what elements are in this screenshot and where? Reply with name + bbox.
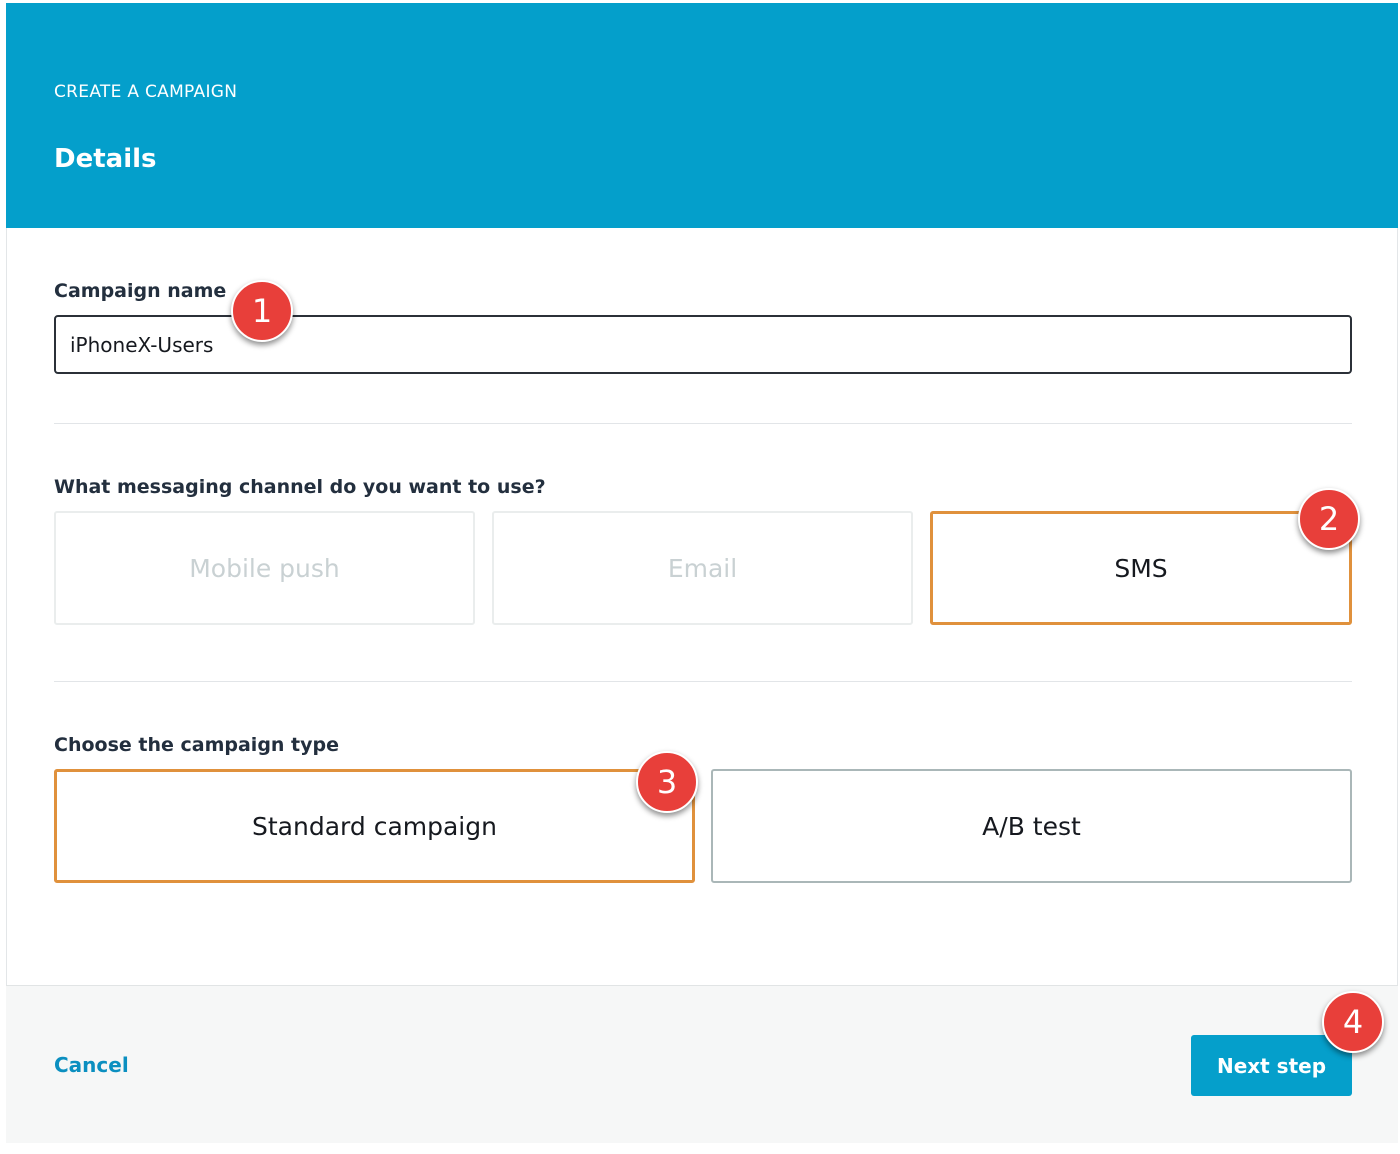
campaign-type-standard[interactable]: Standard campaign <box>54 769 695 883</box>
page-title: Details <box>54 144 157 174</box>
annotation-badge-1: 1 <box>231 280 293 342</box>
annotation-badge-2: 2 <box>1298 488 1360 550</box>
channel-label: What messaging channel do you want to us… <box>54 476 546 498</box>
wizard-header: CREATE A CAMPAIGN Details <box>6 3 1398 228</box>
wizard-footer <box>6 985 1398 1143</box>
header-eyebrow: CREATE A CAMPAIGN <box>54 82 238 102</box>
channel-option-email: Email <box>492 511 913 625</box>
channel-option-sms[interactable]: SMS <box>930 511 1352 625</box>
annotation-badge-3: 3 <box>636 751 698 813</box>
divider <box>54 423 1352 424</box>
divider <box>54 681 1352 682</box>
campaign-type-label: Choose the campaign type <box>54 734 340 756</box>
campaign-type-ab-test[interactable]: A/B test <box>711 769 1352 883</box>
cancel-link[interactable]: Cancel <box>54 1053 129 1077</box>
channel-option-mobile-push: Mobile push <box>54 511 475 625</box>
next-step-button[interactable]: Next step <box>1191 1035 1352 1096</box>
campaign-name-label: Campaign name <box>54 280 227 302</box>
annotation-badge-4: 4 <box>1322 991 1384 1053</box>
